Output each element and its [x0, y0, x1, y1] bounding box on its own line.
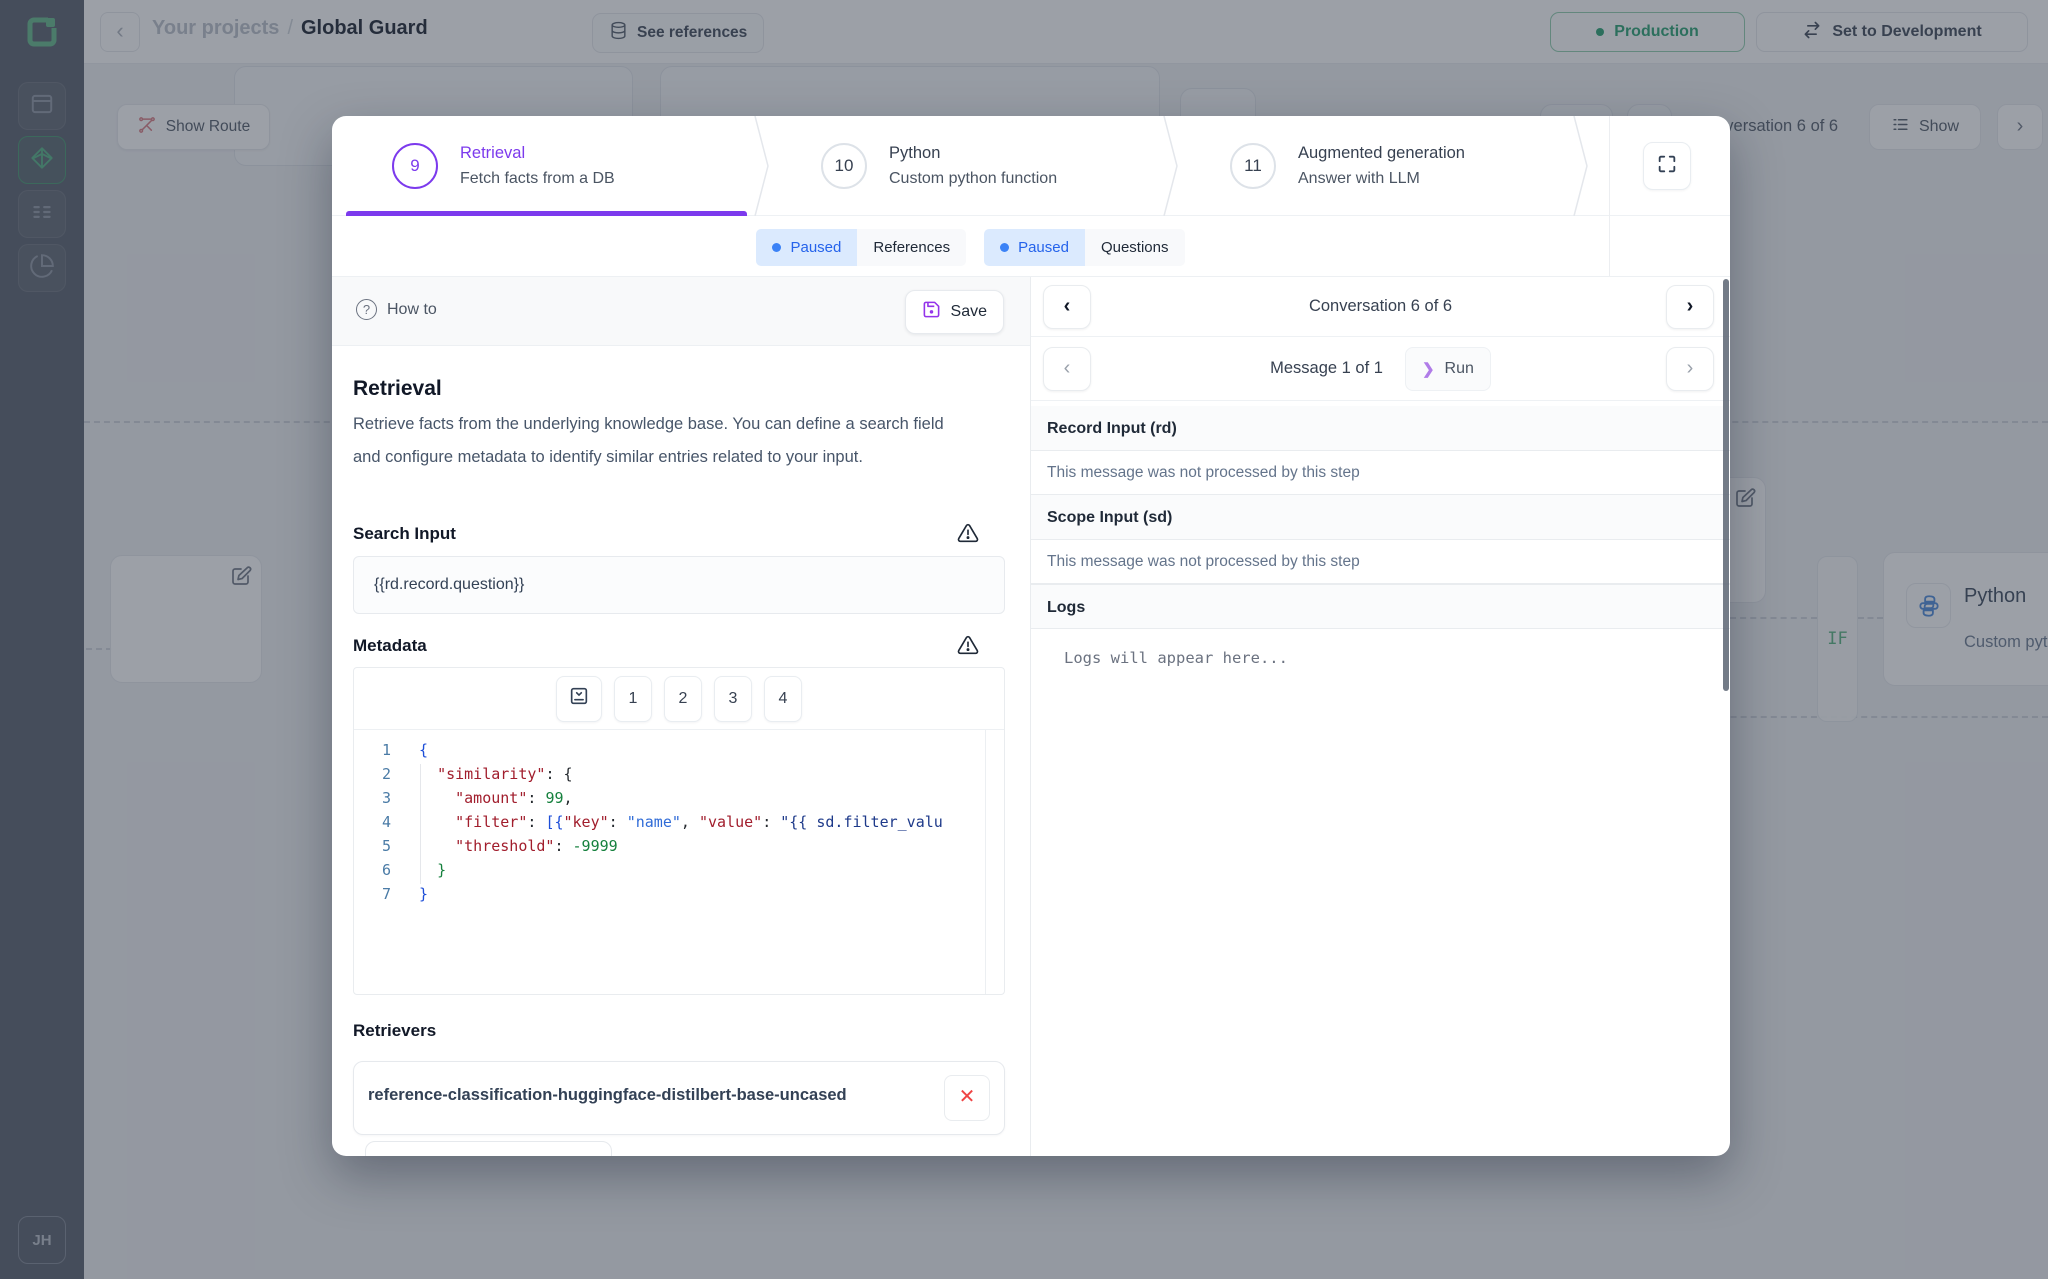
code-lines: { "similarity": { "amount": 99, "filter"… — [419, 738, 986, 906]
metadata-code-editor: 1 2 3 4 1234567 { "similarity": { "amoun… — [353, 667, 1005, 995]
code-gutter: 1234567 — [354, 738, 402, 906]
search-input-label: Search Input — [353, 524, 456, 544]
tab-step-augmented-generation[interactable]: 11 Augmented generation Answer with LLM — [1170, 116, 1580, 216]
step-subtitle: Custom python function — [889, 170, 1057, 188]
app: ‹ Your projects/Global Guard See referen… — [0, 0, 2048, 1279]
metadata-label: Metadata — [353, 636, 427, 656]
message-nav: ‹ Message 1 of 1 ❯ Run › — [1031, 337, 1730, 401]
save-label: Save — [951, 303, 987, 321]
tab-questions[interactable]: Paused Questions — [984, 229, 1184, 266]
remove-retriever-button[interactable]: ✕ — [944, 1075, 990, 1121]
step-number-badge: 10 — [821, 143, 867, 189]
record-input-message: This message was not processed by this s… — [1031, 451, 1730, 495]
strip-divider — [1609, 116, 1610, 276]
editor-scroll-track — [985, 730, 986, 994]
paused-status-badge: Paused — [984, 229, 1085, 266]
modal-body: ? How to Save Retrieval Retrieve facts f… — [332, 276, 1730, 1156]
tab-step-python[interactable]: 10 Python Custom python function — [761, 116, 1170, 216]
tab-step-retrieval[interactable]: 9 Retrieval Fetch facts from a DB — [332, 116, 761, 216]
retriever-name: reference-classification-huggingface-dis… — [368, 1086, 847, 1105]
add-retriever-dropdown[interactable] — [365, 1141, 612, 1156]
fullscreen-button[interactable] — [1643, 142, 1691, 190]
step-separator — [1573, 116, 1589, 216]
code-area[interactable]: 1234567 { "similarity": { "amount": 99, … — [354, 730, 1004, 994]
run-inspector-panel: ‹ Conversation 6 of 6 › ‹ Message 1 of 1… — [1030, 277, 1730, 1156]
step-title: Augmented generation — [1298, 144, 1465, 163]
step-subtitle: Fetch facts from a DB — [460, 170, 615, 188]
scope-input-message: This message was not processed by this s… — [1031, 540, 1730, 584]
step-separator — [754, 116, 770, 216]
editor-keyboard-button[interactable] — [556, 676, 602, 722]
section-record-input[interactable]: Record Input (rd) — [1031, 406, 1730, 451]
logs-placeholder: Logs will appear here... — [1064, 649, 1288, 667]
step-heading: Retrieval — [353, 377, 442, 401]
paused-status-badge: Paused — [756, 229, 857, 266]
conversation-counter: Conversation 6 of 6 — [1309, 297, 1452, 316]
step-subtitle: Answer with LLM — [1298, 170, 1465, 188]
warning-icon — [957, 634, 979, 656]
editor-preset-4-button[interactable]: 4 — [764, 676, 802, 722]
editor-preset-1-button[interactable]: 1 — [614, 676, 652, 722]
paused-dot-icon — [1000, 243, 1009, 252]
paused-dot-icon — [772, 243, 781, 252]
next-message-button[interactable]: › — [1666, 347, 1714, 391]
step-description: Retrieve facts from the underlying knowl… — [353, 408, 953, 474]
how-to-link[interactable]: ? How to — [356, 299, 437, 320]
expand-icon — [1656, 153, 1678, 180]
help-icon: ? — [356, 299, 377, 320]
step-config-modal: 9 Retrieval Fetch facts from a DB 10 Pyt… — [332, 116, 1730, 1156]
questions-tab-label: Questions — [1085, 229, 1185, 266]
editor-preset-2-button[interactable]: 2 — [664, 676, 702, 722]
step-title: Retrieval — [460, 144, 615, 163]
retrievers-label: Retrievers — [353, 1021, 436, 1041]
section-logs[interactable]: Logs — [1031, 584, 1730, 629]
tab-references[interactable]: Paused References — [756, 229, 966, 266]
retriever-card: reference-classification-huggingface-dis… — [353, 1061, 1005, 1135]
references-tab-label: References — [857, 229, 966, 266]
conversation-nav: ‹ Conversation 6 of 6 › — [1031, 277, 1730, 337]
step-tabs-strip: 9 Retrieval Fetch facts from a DB 10 Pyt… — [332, 116, 1730, 216]
step-number-badge: 9 — [392, 143, 438, 189]
prev-message-button[interactable]: ‹ — [1043, 347, 1091, 391]
keyboard-hide-icon — [568, 685, 590, 712]
step-title: Python — [889, 144, 1057, 163]
message-counter: Message 1 of 1 — [1270, 359, 1383, 378]
how-to-label: How to — [387, 301, 437, 319]
section-scope-input[interactable]: Scope Input (sd) — [1031, 495, 1730, 540]
step-separator — [1163, 116, 1179, 216]
run-label: Run — [1445, 360, 1474, 378]
status-badges-row: Paused References Paused Questions — [332, 229, 1609, 266]
active-tab-underline — [346, 211, 747, 216]
editor-toolbar: 1 2 3 4 — [354, 668, 1004, 730]
step-number-badge: 11 — [1230, 143, 1276, 189]
search-input[interactable] — [353, 556, 1005, 614]
save-button[interactable]: Save — [905, 290, 1004, 334]
howto-bar: ? How to Save — [332, 277, 1030, 346]
panel-scrollbar[interactable] — [1723, 279, 1729, 691]
save-floppy-icon — [922, 300, 941, 324]
step-config-panel: ? How to Save Retrieval Retrieve facts f… — [332, 277, 1030, 1156]
run-button[interactable]: ❯ Run — [1405, 347, 1491, 391]
warning-icon — [957, 522, 979, 544]
next-conversation-button[interactable]: › — [1666, 285, 1714, 329]
editor-preset-3-button[interactable]: 3 — [714, 676, 752, 722]
run-chevron-icon: ❯ — [1422, 360, 1435, 378]
prev-conversation-button[interactable]: ‹ — [1043, 285, 1091, 329]
